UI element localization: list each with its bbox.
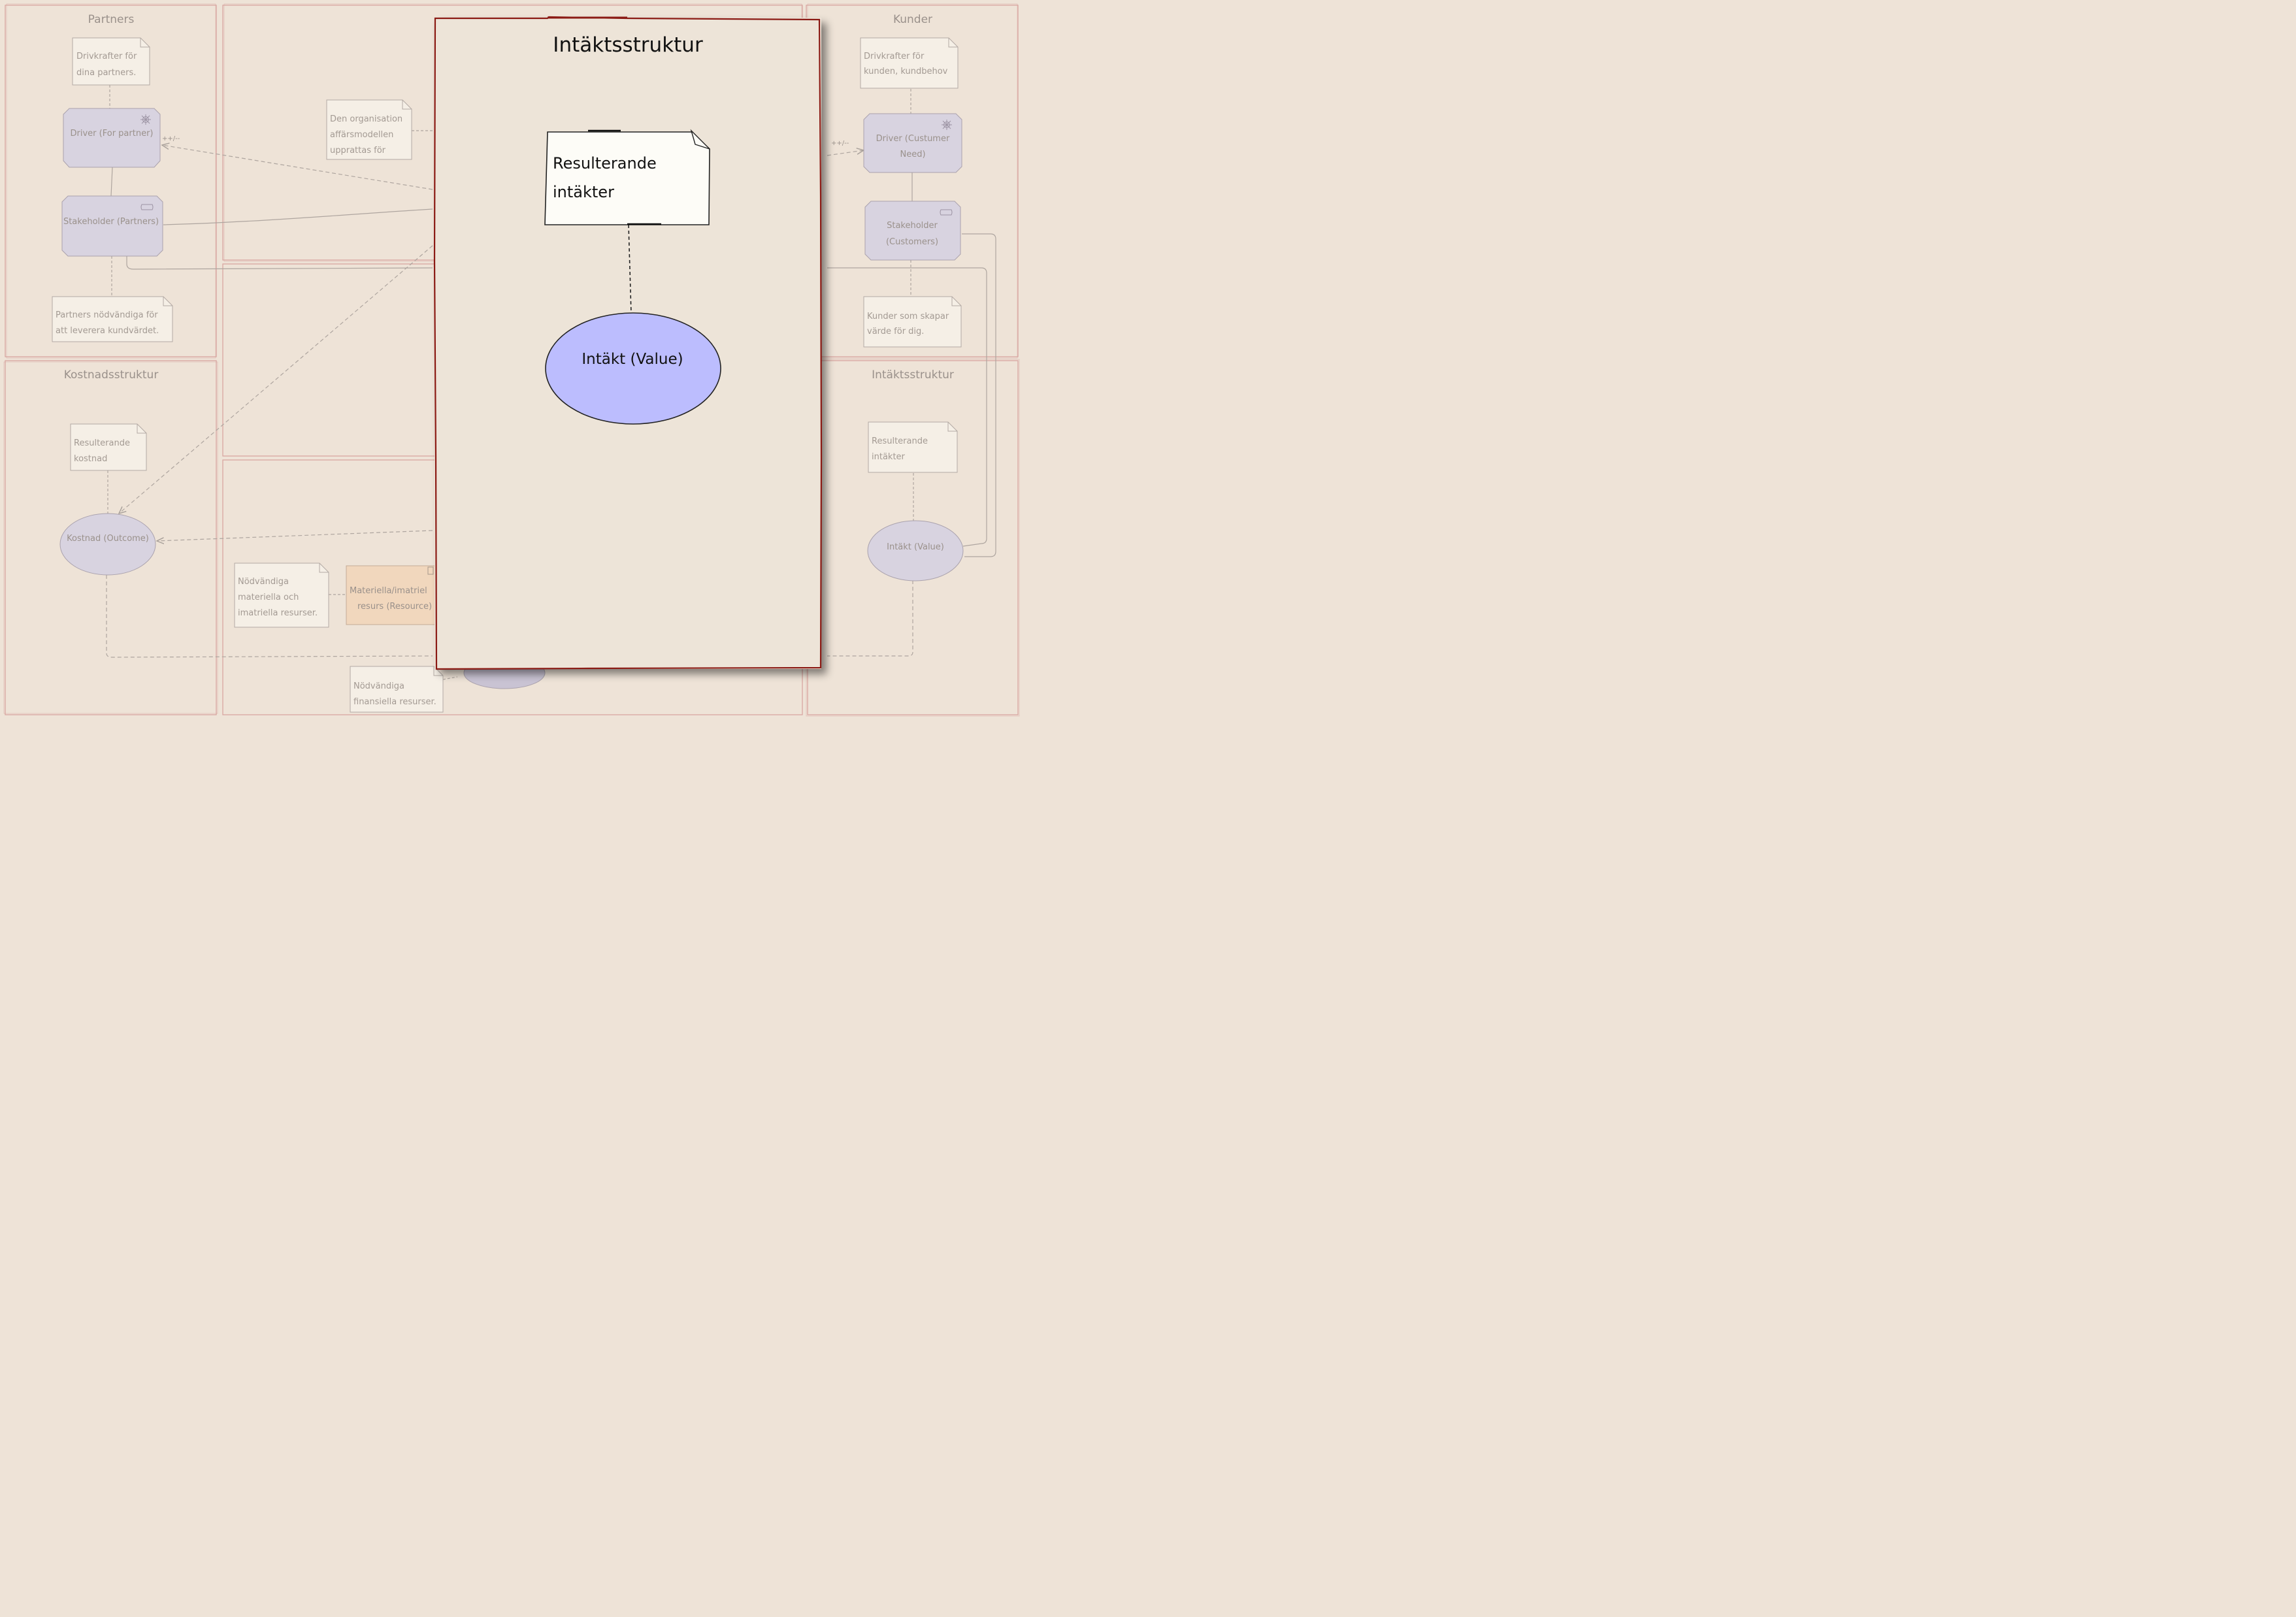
kunder-note-bottom-line-1: Kunder som skapar bbox=[867, 312, 949, 321]
diagram-canvas: Partners Kunder Kostnadsstruktur Intäkts… bbox=[0, 0, 1025, 721]
kunder-driver-node[interactable]: Driver (Custumer Need) bbox=[863, 113, 962, 173]
partners-stakeholder-node[interactable]: Stakeholder (Partners) bbox=[61, 195, 163, 257]
zone-title-partners: Partners bbox=[88, 13, 135, 26]
resources-note-line-2: materiella och bbox=[238, 593, 299, 602]
focus-popup: Intäktsstruktur Resulterande intäkter In… bbox=[433, 16, 823, 670]
connector-cost-arrow bbox=[157, 530, 433, 541]
partners-driver-label: Driver (For partner) bbox=[71, 129, 154, 139]
popup-note-line-1: Resulterande bbox=[553, 154, 657, 172]
partners-stakeholder-label: Stakeholder (Partners) bbox=[63, 217, 159, 227]
popup-value-label: Intäkt (Value) bbox=[582, 351, 683, 368]
finance-note[interactable]: Nödvändiga finansiella resurser. bbox=[350, 666, 444, 713]
kunder-note-bottom-line-2: värde för dig. bbox=[867, 327, 924, 336]
intakt-value-node[interactable]: Intäkt (Value) bbox=[867, 520, 964, 581]
intakt-note-line-2: intäkter bbox=[872, 452, 906, 462]
driver-wheel-icon bbox=[942, 120, 952, 130]
kostnad-note-line-1: Resulterande bbox=[74, 438, 130, 448]
resources-note-line-1: Nödvändiga bbox=[238, 577, 289, 587]
finance-note-line-2: finansiella resurser. bbox=[353, 697, 436, 707]
connector-driver-kunder-arrow bbox=[827, 150, 864, 156]
kunder-note-bottom[interactable]: Kunder som skapar värde för dig. bbox=[863, 296, 962, 348]
partners-note-top-line-2: dina partners. bbox=[76, 68, 136, 78]
intakt-value-label: Intäkt (Value) bbox=[887, 542, 944, 552]
business-model-diagram: Partners Kunder Kostnadsstruktur Intäkts… bbox=[3, 3, 1020, 717]
kunder-stakeholder-node[interactable]: Stakeholder (Customers) bbox=[864, 201, 961, 261]
finance-note-line-1: Nödvändiga bbox=[353, 681, 404, 691]
resource-node[interactable]: Materiella/imatriel resurs (Resource) bbox=[346, 565, 438, 625]
connector-partner-driver-stakeholder bbox=[110, 167, 113, 197]
connector-finance-note bbox=[442, 676, 458, 680]
kunder-driver-edge-label: ++/-- bbox=[831, 140, 849, 147]
kostnad-outcome-node[interactable]: Kostnad (Outcome) bbox=[59, 513, 156, 576]
partners-note-bottom-line-1: Partners nödvändiga för bbox=[56, 310, 158, 320]
kunder-note-top[interactable]: Drivkrafter för kunden, kundbehov bbox=[860, 37, 959, 89]
partners-note-bottom-line-2: att leverera kundvärdet. bbox=[56, 326, 159, 336]
connector-customers-value bbox=[962, 233, 996, 557]
kunder-driver-label-line-1: Driver (Custumer bbox=[876, 134, 950, 144]
popup-note-line-2: intäkter bbox=[553, 183, 614, 201]
kunder-driver-label-line-2: Need) bbox=[900, 150, 925, 159]
kostnad-outcome-label: Kostnad (Outcome) bbox=[67, 534, 149, 544]
kunder-note-top-line-2: kunden, kundbehov bbox=[864, 67, 948, 76]
resources-note[interactable]: Nödvändiga materiella och imatriella res… bbox=[234, 563, 329, 628]
connector-cost-arrow-diag bbox=[119, 245, 433, 514]
partner-driver-edge-label: ++/-- bbox=[162, 135, 180, 142]
kostnad-note-line-2: kostnad bbox=[74, 454, 107, 464]
resource-label-line-1: Materiella/imatriel bbox=[350, 586, 427, 596]
popup-note[interactable]: Resulterande intäkter bbox=[544, 129, 710, 225]
popup-value-node[interactable]: Intäkt (Value) bbox=[545, 312, 721, 425]
partners-note-top[interactable]: Drivkrafter för dina partners. bbox=[72, 37, 150, 86]
org-note-line-1: Den organisation bbox=[330, 114, 402, 124]
partners-note-bottom[interactable]: Partners nödvändiga för att leverera kun… bbox=[52, 296, 173, 342]
connector-stakeholder-partners-lower bbox=[126, 256, 433, 270]
kostnad-note[interactable]: Resulterande kostnad bbox=[70, 423, 147, 471]
zone-title-kunder: Kunder bbox=[893, 13, 932, 26]
connector-stakeholder-partners bbox=[163, 208, 433, 225]
intakt-note[interactable]: Resulterande intäkter bbox=[868, 421, 958, 473]
partners-note-top-line-1: Drivkrafter för bbox=[76, 52, 137, 61]
connector-intakt-bottom bbox=[827, 580, 913, 657]
org-note-line-2: affärsmodellen bbox=[330, 130, 393, 140]
kunder-note-top-line-1: Drivkrafter för bbox=[864, 52, 925, 61]
resources-note-line-3: imatriella resurser. bbox=[238, 608, 318, 618]
kunder-stakeholder-label-line-2: (Customers) bbox=[886, 237, 938, 247]
kunder-stakeholder-label-line-1: Stakeholder bbox=[887, 221, 938, 231]
partners-driver-node[interactable]: Driver (For partner) bbox=[63, 108, 161, 168]
driver-wheel-icon bbox=[140, 114, 151, 125]
popup-title: Intäktsstruktur bbox=[553, 33, 703, 57]
intakt-note-line-1: Resulterande bbox=[872, 436, 928, 446]
zone-title-intaktsstruktur: Intäktsstruktur bbox=[872, 368, 954, 382]
org-note-line-3: upprattas för bbox=[330, 146, 386, 155]
resource-label-line-2: resurs (Resource) bbox=[357, 602, 432, 612]
org-note[interactable]: Den organisation affärsmodellen uppratta… bbox=[326, 99, 412, 160]
zone-title-kostnadsstruktur: Kostnadsstruktur bbox=[64, 368, 159, 382]
